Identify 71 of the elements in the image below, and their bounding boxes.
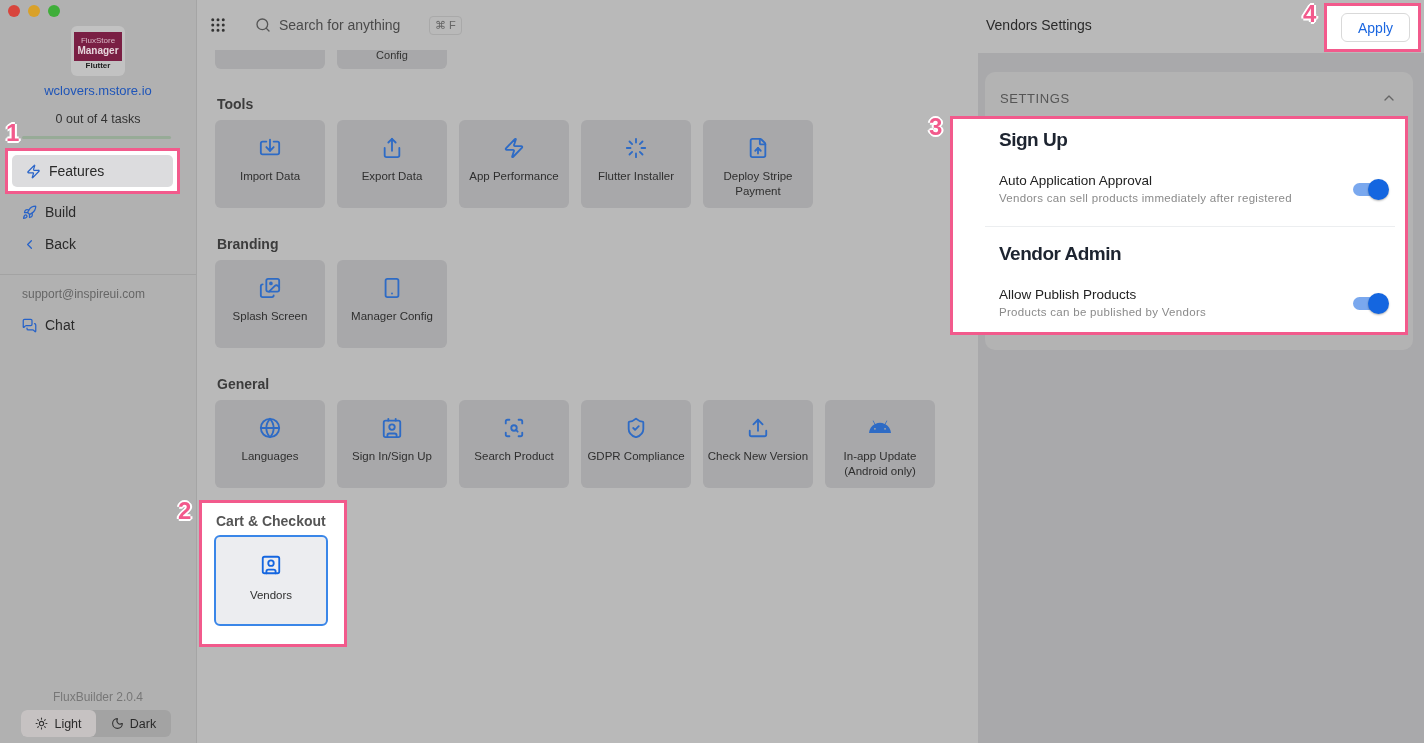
feature-tile[interactable]: Import Data: [215, 120, 325, 208]
minimize-window-control[interactable]: [28, 5, 40, 17]
loader-icon: [625, 137, 647, 159]
zap-icon: [503, 137, 525, 159]
export-icon: [381, 137, 403, 159]
shield-icon: [625, 417, 647, 439]
apply-button[interactable]: Apply: [1340, 13, 1410, 42]
sun-icon: [35, 717, 49, 730]
feature-tile[interactable]: In-app Update (Android only): [825, 400, 935, 488]
panel-title: Vendors Settings: [986, 17, 1092, 33]
callout-number: 4: [1302, 2, 1317, 26]
feature-tile[interactable]: Export Data: [337, 120, 447, 208]
tasks-count: 0 out of 4 tasks: [55, 112, 141, 126]
section-title: Branding: [216, 235, 280, 254]
vendor-icon: [260, 554, 282, 576]
callout-number: 2: [178, 499, 192, 523]
maximize-window-control[interactable]: [48, 5, 60, 17]
feature-tile[interactable]: App Performance: [459, 120, 569, 208]
search-icon: [503, 417, 525, 439]
close-window-control[interactable]: [8, 5, 20, 17]
apps-grid-icon[interactable]: [209, 16, 227, 34]
globe-icon: [259, 417, 281, 439]
feature-tile[interactable]: Manager Config: [337, 260, 447, 348]
setting-description: Vendors can sell products immediately after registered: [999, 192, 1292, 204]
group-title: Sign Up: [999, 129, 1069, 151]
callout-number: 1: [6, 121, 20, 145]
theme-option[interactable]: Dark: [96, 710, 171, 737]
logo-text: Manager: [77, 45, 119, 56]
toggle-switch[interactable]: [1353, 177, 1390, 200]
group-title: Vendor Admin: [999, 243, 1123, 265]
nav-item[interactable]: Back: [8, 228, 188, 260]
contact-icon: [381, 417, 403, 439]
settings-header[interactable]: SETTINGS: [985, 72, 1413, 116]
feature-tile[interactable]: Config: [337, 50, 447, 69]
rocket-icon: [22, 204, 37, 220]
moon-icon: [110, 717, 124, 730]
nav-item[interactable]: Build: [8, 196, 188, 228]
feature-tile[interactable]: Languages: [215, 400, 325, 488]
feature-tile[interactable]: Check New Version: [703, 400, 813, 488]
feature-tile[interactable]: Splash Screen: [215, 260, 325, 348]
fileup-icon: [747, 137, 769, 159]
feature-tile[interactable]: GDPR Compliance: [581, 400, 691, 488]
tile-label: Config: [376, 50, 408, 60]
toggle-switch[interactable]: [1353, 291, 1390, 314]
images-icon: [259, 277, 281, 299]
feature-tile[interactable]: Sign In/Sign Up: [337, 400, 447, 488]
upload-icon: [747, 417, 769, 439]
nav-item[interactable]: Features: [12, 155, 173, 187]
search-icon: [255, 17, 271, 33]
section-title: Tools: [216, 95, 255, 114]
setting-label: Auto Application Approval: [999, 173, 1154, 188]
section-title: General: [216, 375, 271, 394]
support-email: support@inspireui.com: [21, 287, 146, 301]
logo-text: FluxStore: [80, 37, 116, 45]
logo-text: Flutter: [85, 62, 111, 70]
section-title: Cart & Checkout: [215, 513, 327, 529]
search-field[interactable]: Search for anything ⌘ F: [255, 15, 462, 35]
site-link[interactable]: wclovers.mstore.io: [44, 83, 152, 98]
setting-label: Allow Publish Products: [999, 287, 1138, 302]
chat-icon: [22, 317, 37, 333]
feature-tile[interactable]: Flutter Installer: [581, 120, 691, 208]
feature-tile[interactable]: Deploy Stripe Payment: [703, 120, 813, 208]
theme-option[interactable]: Light: [21, 710, 96, 737]
app-version: FluxBuilder 2.0.4: [52, 690, 143, 704]
setting-description: Products can be published by Vendors: [999, 306, 1207, 318]
feature-tile[interactable]: Search Product: [459, 400, 569, 488]
feature-tile[interactable]: Vendors: [214, 535, 328, 626]
chat-link[interactable]: Chat: [8, 309, 188, 341]
shortcut-hint: ⌘ F: [429, 15, 462, 35]
zap-icon: [26, 163, 41, 179]
callout-number: 3: [929, 115, 943, 139]
